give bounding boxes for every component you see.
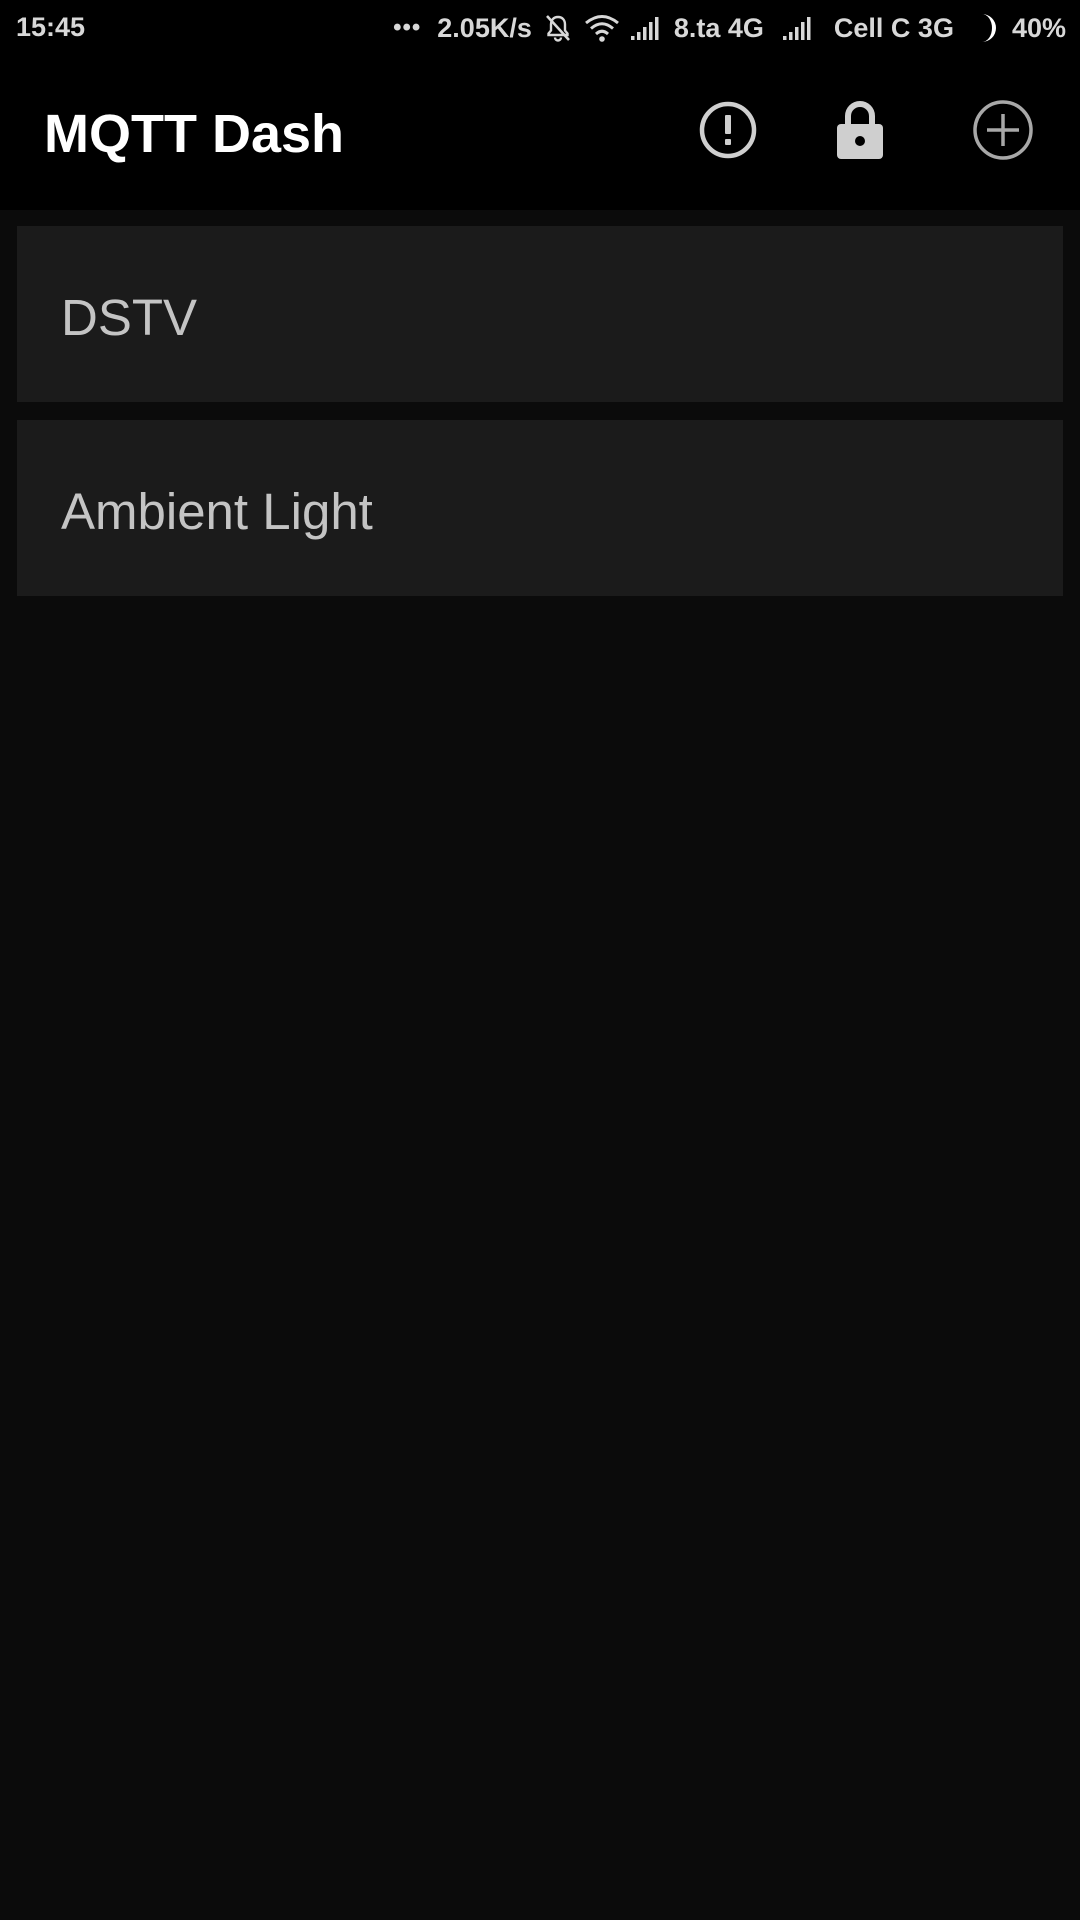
status-time: 15:45 [16,12,86,42]
dashboard-list: DSTV Ambient Light [17,226,1063,614]
more-notifications-dots: ••• [393,14,422,41]
dashboard-item-label: DSTV [61,289,198,346]
add-circle-icon [971,98,1035,167]
app-title: MQTT Dash [44,104,345,164]
dashboard-item-dstv[interactable]: DSTV [17,226,1063,402]
signal-icon [630,15,664,41]
add-dashboard-button[interactable] [963,92,1043,172]
wifi-icon [584,13,620,43]
battery-level: 40% [1011,12,1066,43]
network-speed: 2.05K/s [437,12,532,43]
signal-icon [782,15,816,41]
dashboard-item-ambient-light[interactable]: Ambient Light [17,420,1063,596]
carrier-1: 8.ta 4G [673,12,764,43]
status-indicators: ••• 2.05K/s 8.ta 4G Cell C 3G 40% [393,10,1066,46]
mute-bell-icon [542,12,574,44]
alert-button[interactable] [688,92,768,172]
lock-button[interactable] [820,92,900,172]
status-bar: 15:45 ••• 2.05K/s 8.ta 4G Cell C 3G 40% [0,0,1080,56]
carrier-2: Cell C 3G [833,12,954,43]
app-bar: MQTT Dash [0,56,1080,210]
lock-icon [834,99,886,166]
dashboard-item-label: Ambient Light [61,483,373,540]
alert-circle-icon [698,100,758,165]
battery-icon [972,11,1002,45]
